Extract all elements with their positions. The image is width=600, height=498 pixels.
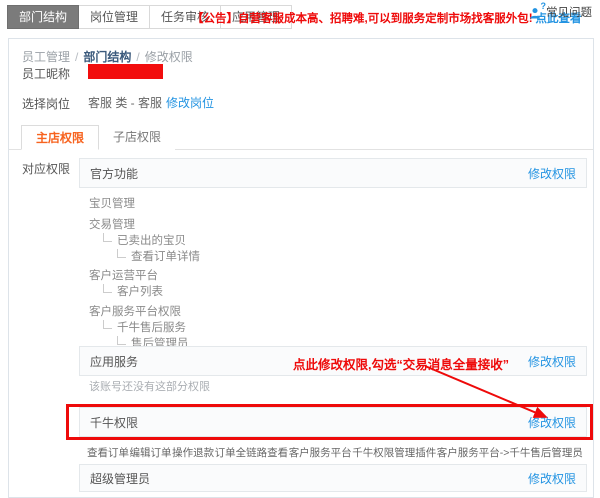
tree-elbow-icon — [117, 336, 126, 345]
qianniu-permission-items: 查看订单 编辑订单 操作退款 订单全链路查看 客户服务平台 千牛权限管理插件 客… — [87, 445, 583, 460]
position-value: 客服 类 - 客服 — [88, 96, 162, 110]
employee-nickname-label: 员工昵称 — [22, 65, 70, 82]
section-official-functions: 官方功能 修改权限 — [79, 158, 587, 188]
faq-label: 常见问题 — [546, 4, 592, 20]
section-qianniu-permissions: 千牛权限 修改权限 — [79, 407, 587, 437]
perm-item-qianniu-perm-plugin: 千牛权限管理插件 — [352, 445, 436, 460]
tree-elbow-icon — [103, 320, 112, 329]
tree-elbow-icon — [103, 284, 112, 293]
position-value-row: 客服 类 - 客服修改岗位 — [88, 94, 214, 111]
question-mark-icon: ? — [541, 1, 547, 11]
tree-item-customer-ops-platform: 客户运营平台 — [89, 267, 158, 283]
store-permission-tabs: 主店权限 子店权限 — [21, 125, 175, 150]
no-permissions-hint: 该账号还没有这部分权限 — [89, 378, 210, 394]
edit-permissions-link-official[interactable]: 修改权限 — [528, 165, 576, 182]
breadcrumb-item-edit-permissions: 修改权限 — [145, 50, 193, 64]
breadcrumb-separator: / — [75, 50, 78, 64]
super-admin-title: 超级管理员 — [90, 470, 150, 487]
edit-permissions-link-app-services[interactable]: 修改权限 — [528, 353, 576, 370]
section-super-admin: 超级管理员 修改权限 — [79, 464, 587, 492]
tree-item-trade-mgmt: 交易管理 — [89, 216, 135, 232]
tab-department-structure[interactable]: 部门结构 — [7, 5, 79, 29]
tree-elbow-icon — [117, 249, 126, 258]
announcement-bar: 【公告】自营客服成本高、招聘难,可以到服务定制市场找客服外包!点此查看 — [192, 10, 582, 26]
perm-item-customer-service-platform: 客户服务平台 — [289, 445, 352, 460]
tree-item-customer-list: 客户列表 — [89, 283, 163, 299]
permissions-panel: 官方功能 修改权限 宝贝管理 交易管理 已卖出的宝贝 查看订单详情 客户运营平台… — [79, 158, 587, 494]
select-position-label: 选择岗位 — [22, 95, 70, 112]
tree-item-view-order-details: 查看订单详情 — [89, 248, 200, 264]
tree-item-sold-items: 已卖出的宝贝 — [89, 232, 186, 248]
edit-permissions-link-super-admin[interactable]: 修改权限 — [528, 470, 576, 487]
edit-position-link[interactable]: 修改岗位 — [166, 96, 214, 110]
perm-item-edit-order: 编辑订单 — [130, 445, 172, 460]
perm-item-refund: 操作退款 — [172, 445, 214, 460]
breadcrumb-separator: / — [136, 50, 139, 64]
tree-item-qianniu-aftersales-service: 千牛售后服务 — [89, 319, 186, 335]
corresponding-permissions-label: 对应权限 — [22, 160, 70, 177]
breadcrumb-item-employee-mgmt[interactable]: 员工管理 — [22, 50, 70, 64]
tab-substore-permissions[interactable]: 子店权限 — [99, 125, 175, 150]
red-annotation-text: 点此修改权限,勾选“交易消息全量接收” — [293, 354, 509, 373]
faq-link[interactable]: ? 常见问题 — [529, 4, 592, 20]
top-bar: 部门结构 岗位管理 任务审核 应用管理 【公告】自营客服成本高、招聘难,可以到服… — [0, 0, 600, 34]
employee-nickname-redacted — [88, 64, 163, 79]
qianniu-permissions-title: 千牛权限 — [90, 414, 138, 431]
official-functions-title: 官方功能 — [90, 165, 138, 182]
tab-main-store-permissions[interactable]: 主店权限 — [21, 125, 99, 150]
tree-elbow-icon — [103, 233, 112, 242]
main-panel: 员工管理 / 部门结构 / 修改权限 员工昵称 选择岗位 客服 类 - 客服修改岗位 主… — [8, 38, 594, 498]
breadcrumb-item-department-structure[interactable]: 部门结构 — [83, 50, 131, 64]
announcement-text: 【公告】自营客服成本高、招聘难,可以到服务定制市场找客服外包! — [192, 13, 533, 25]
perm-item-order-full-link-view: 订单全链路查看 — [215, 445, 289, 460]
perm-item-csp-qianniu-aftersales-admin: 客户服务平台->千牛售后管理员 — [437, 445, 583, 460]
perm-item-view-order: 查看订单 — [87, 445, 129, 460]
edit-permissions-link-qianniu[interactable]: 修改权限 — [528, 414, 576, 431]
tree-item-customer-service-platform-perms: 客户服务平台权限 — [89, 303, 181, 319]
tab-position-management[interactable]: 岗位管理 — [78, 5, 150, 29]
faq-person-icon: ? — [529, 5, 543, 19]
breadcrumb: 员工管理 / 部门结构 / 修改权限 — [22, 48, 193, 65]
tree-item-item-mgmt: 宝贝管理 — [89, 195, 135, 211]
red-highlight-box: 千牛权限 修改权限 — [66, 404, 593, 440]
app-services-title: 应用服务 — [90, 353, 138, 370]
